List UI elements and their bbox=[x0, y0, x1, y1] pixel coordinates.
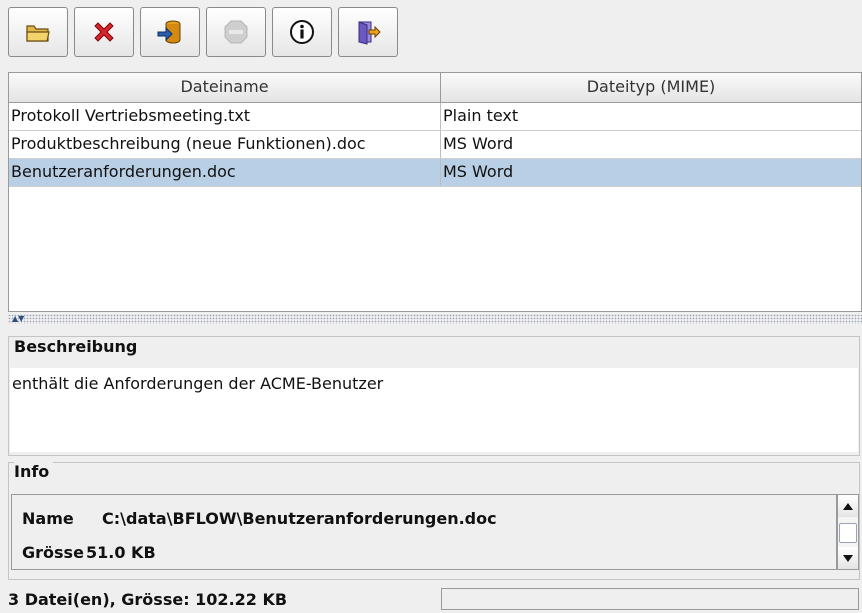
status-text: 3 Datei(en), Grösse: 102.22 KB bbox=[8, 590, 288, 609]
cell-filename: Benutzeranforderungen.doc bbox=[9, 159, 441, 186]
exit-button[interactable] bbox=[338, 7, 398, 57]
delete-x-icon bbox=[94, 22, 114, 42]
table-row[interactable]: Produktbeschreibung (neue Funktionen).do… bbox=[9, 131, 861, 159]
info-icon bbox=[290, 20, 314, 44]
description-text: enthält die Anforderungen der ACME-Benut… bbox=[12, 374, 384, 393]
table-row[interactable]: Protokoll Vertriebsmeeting.txt Plain tex… bbox=[9, 103, 861, 131]
arrow-up-icon bbox=[843, 502, 853, 510]
cell-mimetype: MS Word bbox=[443, 134, 514, 153]
file-table[interactable]: Dateiname Dateityp (MIME) Protokoll Vert… bbox=[8, 72, 862, 312]
arrow-down-icon bbox=[843, 554, 853, 562]
toolbar bbox=[8, 7, 398, 61]
table-header: Dateiname Dateityp (MIME) bbox=[9, 73, 861, 103]
folder-open-icon bbox=[26, 25, 50, 42]
cell-mimetype: MS Word bbox=[443, 162, 514, 181]
import-button[interactable] bbox=[140, 7, 200, 57]
cell-filename: Protokoll Vertriebsmeeting.txt bbox=[9, 103, 441, 130]
exit-door-icon bbox=[358, 21, 381, 45]
info-panel: Name C:\data\BFLOW\Benutzeranforderungen.… bbox=[11, 494, 837, 570]
stop-icon bbox=[224, 20, 248, 44]
info-title: Info bbox=[14, 462, 54, 481]
scroll-up-button[interactable] bbox=[838, 495, 858, 517]
split-pane-divider[interactable]: ▲▼ bbox=[8, 314, 862, 324]
info-name-label: Name bbox=[22, 509, 74, 528]
info-scrollbar[interactable] bbox=[837, 494, 859, 570]
info-size-value: 51.0 KB bbox=[86, 543, 156, 562]
cell-mimetype: Plain text bbox=[443, 106, 519, 125]
split-arrows-icon[interactable]: ▲▼ bbox=[12, 314, 24, 324]
info-name-value: C:\data\BFLOW\Benutzeranforderungen.doc bbox=[102, 509, 497, 528]
open-button[interactable] bbox=[8, 7, 68, 57]
column-header-filename[interactable]: Dateiname bbox=[9, 73, 441, 102]
info-size-label: Grösse bbox=[22, 543, 84, 562]
import-database-icon bbox=[157, 20, 181, 44]
description-textarea[interactable]: enthält die Anforderungen der ACME-Benut… bbox=[10, 368, 858, 452]
table-row-selected[interactable]: Benutzeranforderungen.doc MS Word bbox=[9, 159, 861, 187]
info-name-row: Name C:\data\BFLOW\Benutzeranforderungen.… bbox=[22, 509, 497, 528]
description-title: Beschreibung bbox=[14, 337, 142, 356]
cell-filename: Produktbeschreibung (neue Funktionen).do… bbox=[9, 131, 441, 158]
scrollbar-thumb[interactable] bbox=[839, 523, 857, 543]
column-header-mimetype[interactable]: Dateityp (MIME) bbox=[441, 73, 861, 102]
delete-button[interactable] bbox=[74, 7, 134, 57]
scroll-down-button[interactable] bbox=[838, 547, 858, 569]
info-size-row: Grösse 51.0 KB bbox=[22, 543, 156, 562]
info-button[interactable] bbox=[272, 7, 332, 57]
stop-button[interactable] bbox=[206, 7, 266, 57]
status-field bbox=[441, 588, 859, 610]
